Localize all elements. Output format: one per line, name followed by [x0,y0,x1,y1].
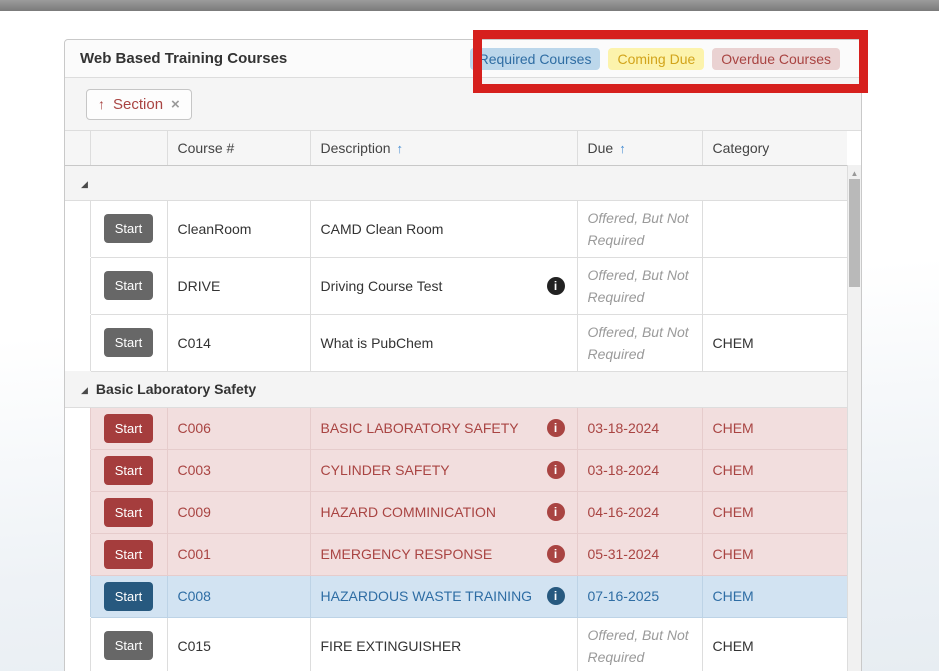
course-row-c003: Start C003 CYLINDER SAFETY i 03-18-2024 C… [65,449,847,491]
collapse-group-icon[interactable]: ◢ [81,179,88,190]
scrollbar-thumb[interactable] [849,179,860,287]
course-category: CHEM [702,617,847,671]
legend-required-courses: Required Courses [470,48,601,70]
due-status: Offered, But Not Required [588,201,702,257]
course-number: CleanRoom [167,200,310,257]
start-button[interactable]: Start [104,214,153,243]
courses-table: Course # Description↑ Due↑ Category ◢ St… [65,131,847,671]
course-row-c009: Start C009 HAZARD COMMINICATION i 04-16-2… [65,491,847,533]
course-description: FIRE EXTINGUISHER [321,638,462,654]
course-description: EMERGENCY RESPONSE [321,546,493,562]
page-title: Web Based Training Courses [80,50,287,67]
due-status: Offered, But Not Required [588,315,702,371]
group-chip-label: Section [113,96,163,113]
course-description: What is PubChem [321,335,434,351]
scroll-up-icon[interactable]: ▲ [848,165,861,179]
training-courses-panel: Web Based Training Courses Required Cour… [64,39,862,671]
start-button[interactable]: Start [104,456,153,485]
column-header-group-indent [65,131,90,165]
group-row-unlabeled: ◢ [65,165,847,200]
sort-ascending-icon: ↑ [619,141,626,156]
info-icon[interactable]: i [547,503,565,521]
column-header-category[interactable]: Category [702,131,847,165]
grouping-toolbar: ↑ Section × [65,78,861,131]
legend-overdue-courses: Overdue Courses [712,48,840,70]
course-category: CHEM [702,407,847,449]
course-category [702,257,847,314]
course-category: CHEM [702,533,847,575]
course-row-c008: Start C008 HAZARDOUS WASTE TRAINING i 07-… [65,575,847,617]
course-row-c001: Start C001 EMERGENCY RESPONSE i 05-31-202… [65,533,847,575]
info-icon[interactable]: i [547,419,565,437]
group-label: Basic Laboratory Safety [96,381,256,397]
course-row-c006: Start C006 BASIC LABORATORY SAFETY i 03-1… [65,407,847,449]
panel-header: Web Based Training Courses Required Cour… [65,40,861,78]
info-icon[interactable]: i [547,277,565,295]
due-date: 05-31-2024 [577,533,702,575]
sort-ascending-icon[interactable]: ↑ [98,96,105,112]
start-button[interactable]: Start [104,631,153,660]
course-category [702,200,847,257]
info-icon[interactable]: i [547,545,565,563]
course-description: BASIC LABORATORY SAFETY [321,420,519,436]
course-number: C006 [167,407,310,449]
due-date: 03-18-2024 [577,449,702,491]
course-number: DRIVE [167,257,310,314]
due-date: 04-16-2024 [577,491,702,533]
start-button[interactable]: Start [104,540,153,569]
column-header-action [90,131,167,165]
courses-grid: Course # Description↑ Due↑ Category ◢ St… [65,131,861,671]
course-description: CYLINDER SAFETY [321,462,450,478]
group-row-basic-laboratory-safety: ◢ Basic Laboratory Safety [65,371,847,407]
info-icon[interactable]: i [547,461,565,479]
column-header-description[interactable]: Description↑ [310,131,577,165]
course-number: C001 [167,533,310,575]
course-category: CHEM [702,449,847,491]
course-row-c014: Start C014 What is PubChem Offered, But … [65,314,847,371]
group-chip-section[interactable]: ↑ Section × [86,89,192,120]
course-description: HAZARD COMMINICATION [321,504,497,520]
column-header-due[interactable]: Due↑ [577,131,702,165]
legend-coming-due: Coming Due [608,48,704,70]
start-button[interactable]: Start [104,498,153,527]
course-description: Driving Course Test [321,278,443,294]
legend: Required Courses Coming Due Overdue Cour… [470,48,840,70]
sort-ascending-icon: ↑ [397,141,404,156]
close-icon[interactable]: × [171,96,180,113]
due-status: Offered, But Not Required [588,618,702,671]
due-date: 03-18-2024 [577,407,702,449]
start-button[interactable]: Start [104,414,153,443]
vertical-scrollbar[interactable]: ▲ [847,165,861,671]
course-row-c015: Start C015 FIRE EXTINGUISHER Offered, Bu… [65,617,847,671]
course-category: CHEM [702,491,847,533]
course-number: C014 [167,314,310,371]
due-date: 07-16-2025 [577,575,702,617]
header-row: Course # Description↑ Due↑ Category [65,131,847,165]
start-button[interactable]: Start [104,271,153,300]
course-category: CHEM [702,575,847,617]
column-header-course[interactable]: Course # [167,131,310,165]
course-number: C003 [167,449,310,491]
course-number: C008 [167,575,310,617]
course-number: C015 [167,617,310,671]
start-button[interactable]: Start [104,582,153,611]
course-row-drive: Start DRIVE Driving Course Test i Offered… [65,257,847,314]
course-number: C009 [167,491,310,533]
course-category: CHEM [702,314,847,371]
course-row-cleanroom: Start CleanRoom CAMD Clean Room Offered,… [65,200,847,257]
start-button[interactable]: Start [104,328,153,357]
browser-top-bar [0,0,939,11]
course-description: CAMD Clean Room [321,221,444,237]
collapse-group-icon[interactable]: ◢ [81,385,88,396]
info-icon[interactable]: i [547,587,565,605]
due-status: Offered, But Not Required [588,258,702,314]
course-description: HAZARDOUS WASTE TRAINING [321,588,533,604]
